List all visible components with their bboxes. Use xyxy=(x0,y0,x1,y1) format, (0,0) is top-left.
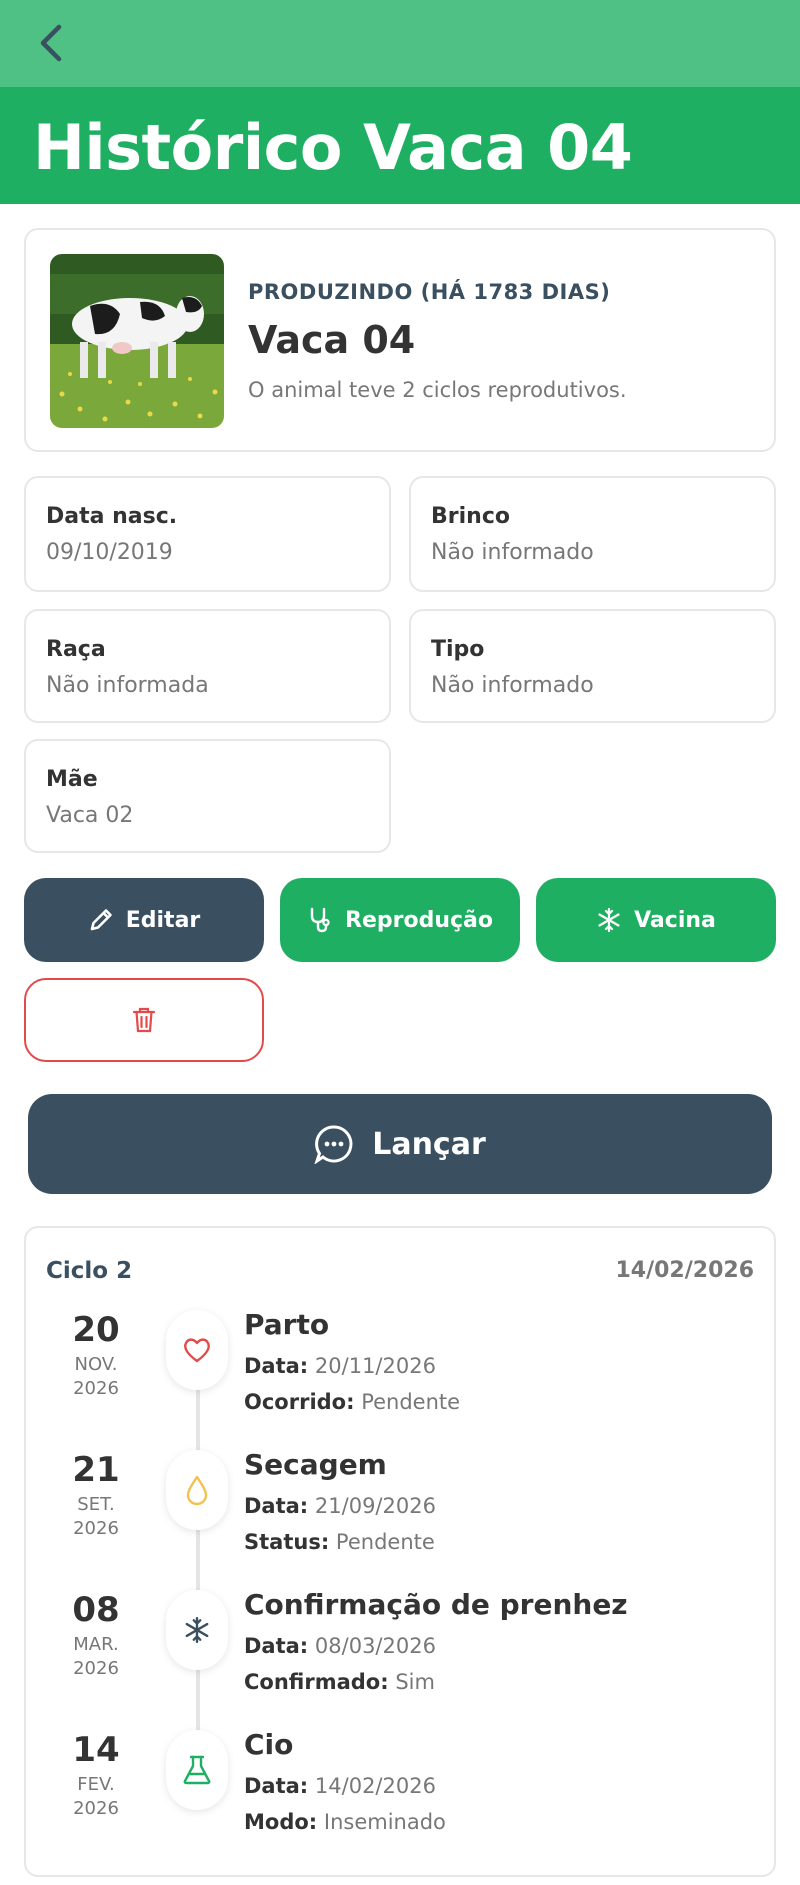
info-value: Não informado xyxy=(431,540,594,565)
info-label: Raça xyxy=(46,637,106,662)
info-card-ear-tag: Brinco Não informado xyxy=(409,476,776,592)
chevron-left-icon xyxy=(40,24,62,62)
event-icon-badge xyxy=(166,1590,228,1670)
event-detail-status: Ocorrido: Pendente xyxy=(244,1390,461,1414)
page-title: Histórico Vaca 04 xyxy=(33,111,633,184)
event-icon-badge xyxy=(166,1310,228,1390)
event-title: Secagem xyxy=(244,1448,387,1481)
timeline-event-drying[interactable]: 21 SET. 2026 Secagem Data: 21/09/2026 St… xyxy=(26,1448,774,1580)
edit-button-label: Editar xyxy=(125,907,201,933)
info-label: Mãe xyxy=(46,767,98,792)
info-label: Tipo xyxy=(431,637,485,662)
info-card-type: Tipo Não informado xyxy=(409,609,776,723)
launch-button-label: Lançar xyxy=(372,1126,486,1162)
cycles-text: O animal teve 2 ciclos reprodutivos. xyxy=(248,378,627,402)
launch-button[interactable]: Lançar xyxy=(28,1094,772,1194)
event-month: FEV. xyxy=(77,1774,115,1795)
event-year: 2026 xyxy=(73,1658,119,1679)
snowflake-icon xyxy=(598,907,620,933)
event-month: NOV. xyxy=(74,1354,118,1375)
trash-icon xyxy=(132,1007,156,1033)
timeline-event-heat[interactable]: 14 FEV. 2026 Cio Data: 14/02/2026 Modo: … xyxy=(26,1728,774,1860)
status-text: PRODUZINDO (HÁ 1783 DIAS) xyxy=(248,280,611,304)
event-detail-status: Status: Pendente xyxy=(244,1530,435,1554)
cow-photo xyxy=(50,254,224,428)
event-icon-badge xyxy=(166,1450,228,1530)
profile-card: PRODUZINDO (HÁ 1783 DIAS) Vaca 04 O anim… xyxy=(24,228,776,452)
event-icon-badge xyxy=(166,1730,228,1810)
timeline-event-birth[interactable]: 20 NOV. 2026 Parto Data: 20/11/2026 Ocor… xyxy=(26,1308,774,1440)
stethoscope-icon xyxy=(310,907,330,933)
event-detail-date: Data: 20/11/2026 xyxy=(244,1354,436,1378)
vaccine-button-label: Vacina xyxy=(634,907,716,933)
info-value: Não informada xyxy=(46,673,209,698)
flask-icon xyxy=(183,1755,211,1785)
event-year: 2026 xyxy=(73,1378,119,1399)
info-card-mother: Mãe Vaca 02 xyxy=(24,739,391,853)
info-card-breed: Raça Não informada xyxy=(24,609,391,723)
event-year: 2026 xyxy=(73,1798,119,1819)
heart-icon xyxy=(184,1338,210,1363)
info-label: Data nasc. xyxy=(46,504,178,529)
event-day: 20 xyxy=(72,1310,120,1350)
top-bar xyxy=(0,0,800,87)
reproduction-button[interactable]: Reprodução xyxy=(280,878,520,962)
event-detail-date: Data: 21/09/2026 xyxy=(244,1494,436,1518)
edit-button[interactable]: Editar xyxy=(24,878,264,962)
cycle-card: Ciclo 2 14/02/2026 20 NOV. 2026 Parto Da… xyxy=(24,1226,776,1877)
back-button[interactable] xyxy=(28,18,74,68)
event-detail-date: Data: 14/02/2026 xyxy=(244,1774,436,1798)
reproduction-button-label: Reprodução xyxy=(345,907,493,933)
pencil-icon xyxy=(90,909,112,931)
delete-button[interactable] xyxy=(24,978,264,1062)
event-detail-status: Confirmado: Sim xyxy=(244,1670,435,1694)
event-day: 14 xyxy=(72,1730,120,1770)
timeline-event-pregnancy-confirmation[interactable]: 08 MAR. 2026 Confirmação de prenhez Data… xyxy=(26,1588,774,1720)
event-title: Parto xyxy=(244,1308,330,1341)
info-label: Brinco xyxy=(431,504,510,529)
drop-icon xyxy=(186,1475,208,1506)
event-detail-status: Modo: Inseminado xyxy=(244,1810,446,1834)
event-year: 2026 xyxy=(73,1518,119,1539)
info-value: Não informado xyxy=(431,673,594,698)
info-value: Vaca 02 xyxy=(46,803,134,828)
event-month: MAR. xyxy=(73,1634,119,1655)
event-title: Cio xyxy=(244,1728,294,1761)
cycle-date: 14/02/2026 xyxy=(615,1258,754,1283)
event-day: 08 xyxy=(72,1590,120,1630)
event-month: SET. xyxy=(77,1494,115,1515)
vaccine-button[interactable]: Vacina xyxy=(536,878,776,962)
event-day: 21 xyxy=(72,1450,120,1490)
event-detail-date: Data: 08/03/2026 xyxy=(244,1634,436,1658)
snowflake-icon xyxy=(185,1616,209,1644)
info-value: 09/10/2019 xyxy=(46,540,173,565)
chat-icon xyxy=(314,1125,353,1164)
cycle-title: Ciclo 2 xyxy=(46,1258,133,1284)
event-title: Confirmação de prenhez xyxy=(244,1588,628,1621)
info-card-birth-date: Data nasc. 09/10/2019 xyxy=(24,476,391,592)
animal-name: Vaca 04 xyxy=(248,318,416,362)
